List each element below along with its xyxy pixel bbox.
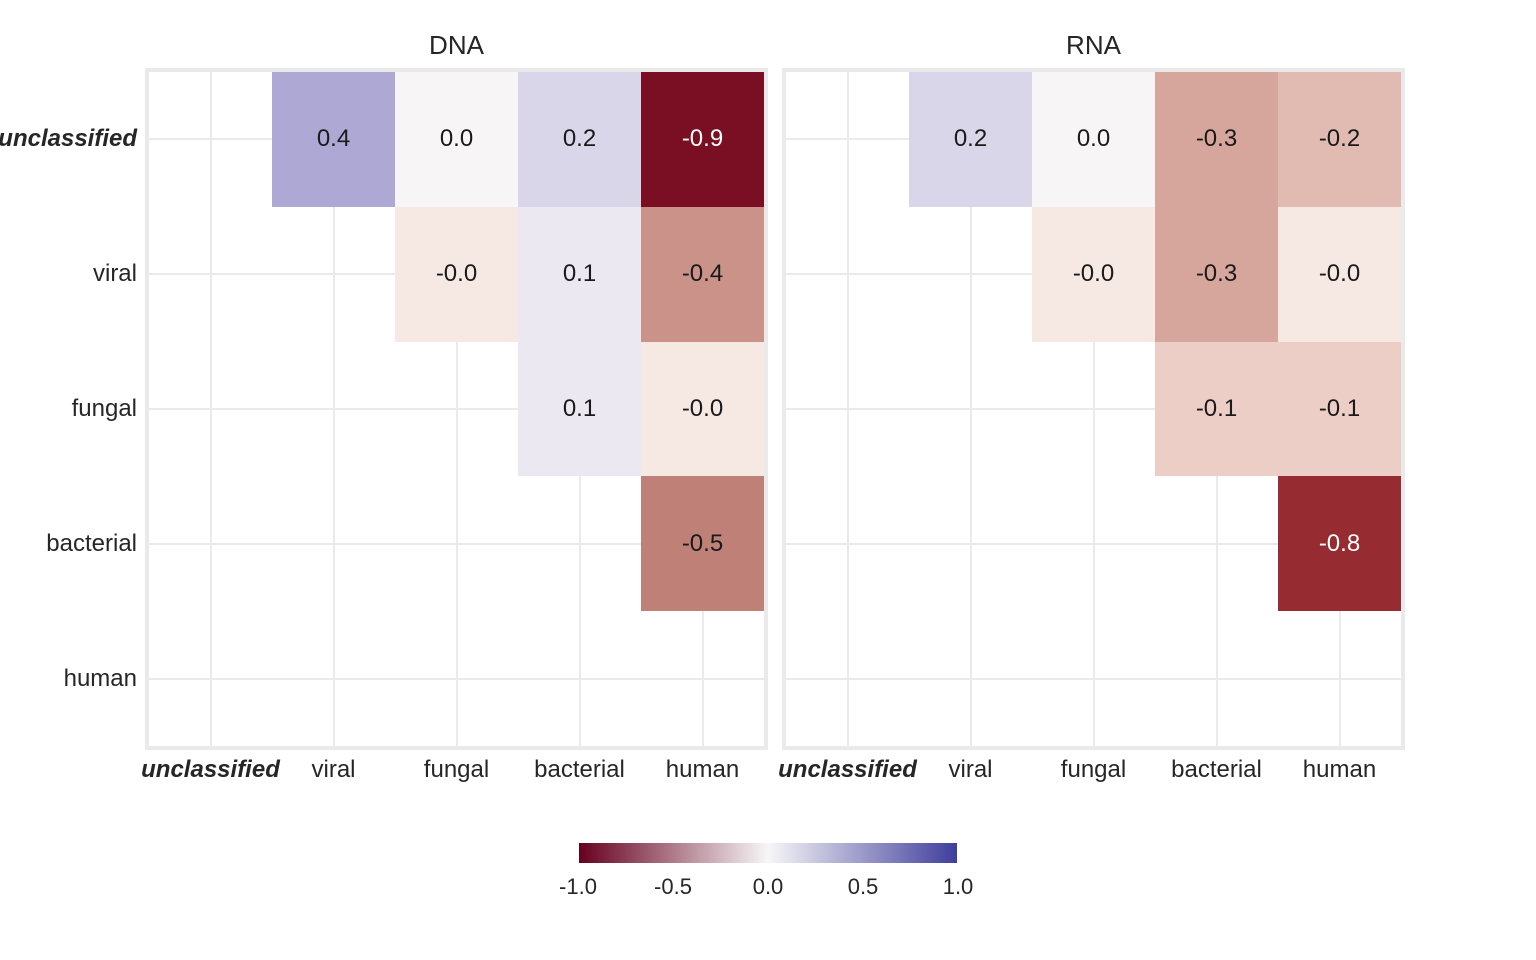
plot-area: 0.40.00.2-0.9-0.00.1-0.40.1-0.0-0.5uncla… (145, 68, 768, 750)
colorbar-tick-label: -0.5 (654, 874, 692, 900)
plot-area: 0.20.0-0.3-0.2-0.0-0.3-0.0-0.1-0.1-0.8un… (782, 68, 1405, 750)
x-tick-label: human (1303, 746, 1376, 784)
heatmap-cell-label: -0.2 (1319, 125, 1360, 153)
heatmap-cell-label: -0.0 (1073, 260, 1114, 288)
y-tick-label: bacterial (46, 530, 149, 558)
heatmap-cell-label: -0.1 (1196, 395, 1237, 423)
y-tick-label: unclassified (0, 125, 149, 153)
x-tick-label: unclassified (778, 746, 917, 784)
heatmap-cell-label: 0.0 (1077, 125, 1110, 153)
heatmap-cell: 0.1 (518, 207, 641, 342)
panel-title: DNA (145, 30, 768, 68)
heatmap-cell: -0.9 (641, 72, 764, 207)
heatmap-cell-label: 0.2 (954, 125, 987, 153)
heatmap-cell-label: -0.8 (1319, 530, 1360, 558)
colorbar: -1.0-0.50.00.51.0 (578, 842, 958, 902)
heatmap-cell: -0.0 (641, 342, 764, 477)
heatmap-cell-label: 0.1 (563, 260, 596, 288)
heatmap-cell: -0.0 (1278, 207, 1401, 342)
heatmap-panels: DNA0.40.00.2-0.9-0.00.1-0.40.1-0.0-0.5un… (145, 30, 1405, 750)
heatmap-cell-label: 0.1 (563, 395, 596, 423)
colorbar-tick-label: 0.0 (753, 874, 784, 900)
x-tick-label: human (666, 746, 739, 784)
heatmap-cell: -0.1 (1278, 342, 1401, 477)
heatmap-cell-label: -0.1 (1319, 395, 1360, 423)
colorbar-tick-label: -1.0 (559, 874, 597, 900)
x-tick-label: fungal (1061, 746, 1126, 784)
figure: DNA 0.4 0.0 0.2 -0.9 -0.0 0.1 -0.4 0.1 -0.0 -0.5 un… (0, 0, 1536, 960)
heatmap-cell: 0.1 (518, 342, 641, 477)
heatmap-cell-label: 0.2 (563, 125, 596, 153)
heatmap-cell-label: -0.4 (682, 260, 723, 288)
heatmap-cell: 0.4 (272, 72, 395, 207)
x-tick-label: unclassified (141, 746, 280, 784)
heatmap-cell-label: -0.0 (436, 260, 477, 288)
gridline-h (786, 678, 1401, 680)
y-tick-label: human (64, 665, 149, 693)
heatmap-cell: 0.2 (909, 72, 1032, 207)
x-tick-label: bacterial (1171, 746, 1262, 784)
heatmap-cell: 0.0 (395, 72, 518, 207)
heatmap-cell: -0.3 (1155, 72, 1278, 207)
heatmap-cell-label: 0.4 (317, 125, 350, 153)
heatmap-cell: -0.3 (1155, 207, 1278, 342)
heatmap-cell-label: -0.0 (1319, 260, 1360, 288)
colorbar-ticks: -1.0-0.50.00.51.0 (578, 874, 958, 902)
colorbar-tick-label: 1.0 (943, 874, 974, 900)
heatmap-cell-label: -0.9 (682, 125, 723, 153)
heatmap-cell: -0.2 (1278, 72, 1401, 207)
x-tick-label: viral (311, 746, 355, 784)
gridline-h (149, 678, 764, 680)
colorbar-gradient (578, 842, 958, 864)
x-tick-label: bacterial (534, 746, 625, 784)
heatmap-cell: 0.0 (1032, 72, 1155, 207)
heatmap-cell: -0.0 (1032, 207, 1155, 342)
panel-title: RNA (782, 30, 1405, 68)
heatmap-cell: 0.2 (518, 72, 641, 207)
x-tick-label: viral (948, 746, 992, 784)
heatmap-cell: -0.0 (395, 207, 518, 342)
heatmap-cell-label: -0.3 (1196, 125, 1237, 153)
heatmap-cell-label: -0.3 (1196, 260, 1237, 288)
heatmap-cell-label: -0.0 (682, 395, 723, 423)
y-tick-label: fungal (72, 395, 149, 423)
x-tick-label: fungal (424, 746, 489, 784)
panel-rna: RNA 0.2 0.0 -0.3 -0.2 -0.0 -0.3 -0.0 -0.1 -0.1 -0.… (782, 30, 1405, 750)
panel-dna: DNA0.40.00.2-0.9-0.00.1-0.40.1-0.0-0.5un… (145, 30, 768, 750)
heatmap-cell-label: 0.0 (440, 125, 473, 153)
heatmap-cell: -0.8 (1278, 476, 1401, 611)
heatmap-cell: -0.1 (1155, 342, 1278, 477)
y-tick-label: viral (93, 260, 149, 288)
colorbar-tick-label: 0.5 (848, 874, 879, 900)
heatmap-cell: -0.5 (641, 476, 764, 611)
heatmap-cell-label: -0.5 (682, 530, 723, 558)
heatmap-cell: -0.4 (641, 207, 764, 342)
